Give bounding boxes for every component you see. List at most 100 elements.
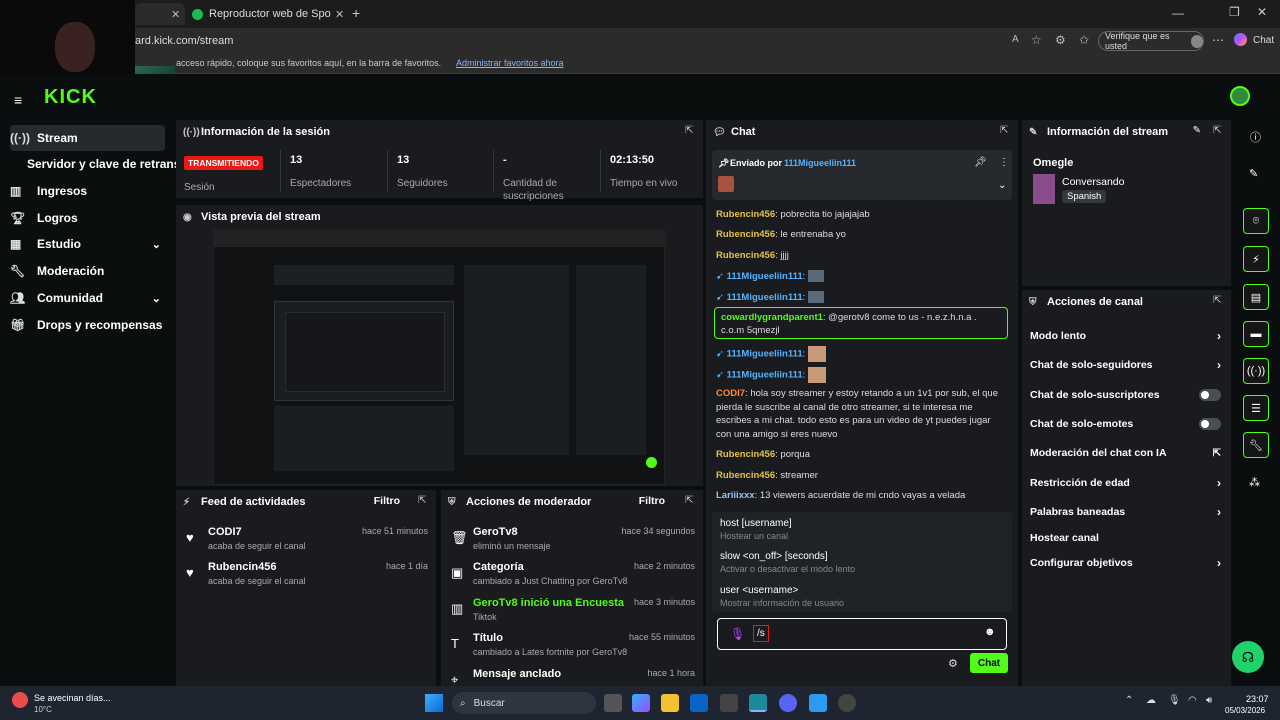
subs-only-toggle[interactable] <box>1199 389 1221 401</box>
tray-mic-icon[interactable]: 🎙︎ <box>1168 695 1181 706</box>
edit-stream-icon[interactable]: ✎ <box>1193 125 1201 136</box>
sidebar-item-logros[interactable]: 🏆︎ Logros <box>10 205 78 231</box>
pinned-message[interactable]: 📌︎ Enviado por 111Migueeliin111 📌︎ ⋮ ⌄ <box>712 150 1012 200</box>
stream-preview-video[interactable] <box>213 230 666 485</box>
copilot-icon[interactable] <box>1234 33 1247 46</box>
unpin-icon[interactable]: 📌︎ <box>974 157 987 168</box>
maximize-icon[interactable]: ❐ <box>1229 5 1240 19</box>
pencil-icon[interactable]: ✎ <box>1249 167 1258 180</box>
new-tab-icon[interactable]: + <box>352 5 360 21</box>
close-window-icon[interactable]: ✕ <box>1257 5 1267 19</box>
sidebar-item-ingresos[interactable]: ▥ Ingresos <box>10 178 87 204</box>
info-icon[interactable]: ⓘ <box>1250 129 1261 145</box>
popout-icon[interactable]: ⇱ <box>1000 125 1012 137</box>
verify-button[interactable]: Verifique que es usted <box>1098 31 1204 51</box>
host-channel-action[interactable]: Hostear canal <box>1030 525 1223 551</box>
sidebar-item-moderacion[interactable]: 🔧︎ Moderación <box>10 258 104 284</box>
clock-time[interactable]: 23:07 <box>1246 694 1269 704</box>
sidebar-item-comunidad[interactable]: 👥︎ Comunidad ⌄ <box>10 285 165 311</box>
copilot-app-icon[interactable] <box>632 694 650 712</box>
weather-title[interactable]: Se avecinan días... <box>34 693 111 703</box>
volume-icon[interactable]: 🔊︎ <box>1206 695 1212 706</box>
emotes-only-toggle[interactable] <box>1199 418 1221 430</box>
panel-title: Acciones de canal <box>1047 296 1143 308</box>
goals-action[interactable]: Configurar objetivos › <box>1030 550 1223 576</box>
clock-date[interactable]: 05/03/2026 <box>1225 706 1265 715</box>
address-bar-row: ard.kick.com/stream A ☆ ⚙ ✩ Verifique qu… <box>0 28 1280 54</box>
command-suggestion[interactable]: user <username> Mostrar información de us… <box>720 585 1018 608</box>
sidebar-item-server-key[interactable]: Servidor y clave de retransm <box>27 151 177 177</box>
tray-cloud-icon[interactable]: ☁ <box>1146 695 1156 706</box>
close-tab-icon[interactable]: ✕ <box>171 8 180 21</box>
obs-icon[interactable] <box>838 694 856 712</box>
menu-icon[interactable]: ≡ <box>14 92 22 108</box>
notes-icon: ▤ <box>1250 291 1262 304</box>
badge-icon: ➹ <box>716 369 724 381</box>
more-menu-icon[interactable]: ⋯ <box>1212 33 1224 47</box>
edge-icon[interactable] <box>749 694 767 712</box>
mail-icon[interactable] <box>690 694 708 712</box>
popout-icon[interactable]: ⇱ <box>685 495 697 507</box>
rail-notes-button[interactable]: ▤ <box>1243 284 1269 310</box>
chat-input[interactable]: /s <box>753 625 769 642</box>
popout-icon[interactable]: ⇱ <box>418 495 430 507</box>
app-icon[interactable] <box>809 694 827 712</box>
extensions-icon[interactable]: ⚙ <box>1055 33 1066 47</box>
microphone-icon[interactable]: 🎙︎ <box>730 627 745 641</box>
emotes-only-action[interactable]: Chat de solo-emotes <box>1030 411 1223 437</box>
popout-icon[interactable]: ⇱ <box>1213 295 1225 307</box>
ai-moderation-action[interactable]: Moderación del chat con IA ⇱ <box>1030 440 1223 466</box>
browser-tab-spotify[interactable]: Reproductor web de Spotify: músi ✕ <box>186 3 346 25</box>
chat-settings-icon[interactable]: ⚙ <box>948 657 958 670</box>
sidebar-item-estudio[interactable]: ▦ Estudio ⌄ <box>10 231 165 257</box>
windows-start-icon[interactable] <box>425 694 443 712</box>
copilot-label[interactable]: Chat <box>1253 35 1274 46</box>
address-input[interactable]: ard.kick.com/stream <box>135 35 233 47</box>
wifi-icon[interactable]: ◠ <box>1188 695 1197 706</box>
popout-icon[interactable]: ⇱ <box>685 125 697 137</box>
chat-input-box[interactable]: 🎙︎ /s ☻ <box>717 618 1007 650</box>
user-avatar[interactable] <box>1230 86 1250 106</box>
favorites-icon[interactable]: ✩ <box>1079 33 1089 47</box>
slow-mode-action[interactable]: Modo lento › <box>1030 323 1223 349</box>
popout-icon[interactable]: ⇱ <box>1213 125 1225 137</box>
close-tab-icon[interactable]: ✕ <box>335 8 344 21</box>
favorite-star-icon[interactable]: ☆ <box>1031 33 1042 47</box>
search-label: Buscar <box>473 697 505 709</box>
sidebar-item-stream[interactable]: ((·)) Stream <box>10 125 78 151</box>
help-button[interactable]: ☊ <box>1232 641 1264 673</box>
store-icon[interactable] <box>720 694 738 712</box>
taskbar-search[interactable]: ⌕ Buscar <box>452 692 596 714</box>
task-view-icon[interactable] <box>604 694 622 712</box>
filter-button[interactable]: Filtro <box>639 495 665 507</box>
discord-icon[interactable] <box>779 694 797 712</box>
stat-subscriptions: - Cantidad de suscripciones <box>503 154 564 202</box>
filter-button[interactable]: Filtro <box>374 495 400 507</box>
command-suggestion[interactable]: slow <on_off> [seconds] Activar o desacti… <box>720 551 1018 574</box>
rail-lightning-button[interactable]: ⚡︎ <box>1243 246 1269 272</box>
rail-layout-button[interactable]: ☰ <box>1243 395 1269 421</box>
tray-chevron-icon[interactable]: ⌃ <box>1125 695 1133 706</box>
rail-broadcast-button[interactable]: ((·)) <box>1243 358 1269 384</box>
rail-camera-button[interactable]: ⌾ <box>1243 208 1269 234</box>
subs-only-action[interactable]: Chat de solo-suscriptores <box>1030 382 1223 408</box>
rail-wrench-button[interactable]: 🔧︎ <box>1243 432 1269 458</box>
send-chat-button[interactable]: Chat <box>970 653 1008 673</box>
file-explorer-icon[interactable] <box>661 694 679 712</box>
rail-chat-button[interactable]: ▬ <box>1243 321 1269 347</box>
kick-logo[interactable]: KICK <box>44 86 97 109</box>
more-icon[interactable]: ⋮ <box>999 157 1009 168</box>
followers-only-action[interactable]: Chat de solo-seguidores › <box>1030 352 1223 378</box>
minimize-icon[interactable]: — <box>1172 6 1184 20</box>
browser-tab-kick[interactable]: ✕ <box>135 3 185 25</box>
sidebar-item-drops[interactable]: 🎁︎ Drops y recompensas <box>10 312 162 338</box>
read-aloud-icon[interactable]: A <box>1012 34 1019 45</box>
share-icon[interactable]: ⁂ <box>1249 476 1260 489</box>
banned-words-action[interactable]: Palabras baneadas › <box>1030 499 1223 525</box>
command-suggestion[interactable]: host [username] Hostear un canal <box>720 518 1018 541</box>
mod-actions-panel: ⛨ Acciones de moderador Filtro ⇱ 🗑︎ GeroTv… <box>441 490 703 686</box>
age-restriction-action[interactable]: Restricción de edad › <box>1030 470 1223 496</box>
chevron-down-icon[interactable]: ⌄ <box>998 180 1006 191</box>
manage-favorites-link[interactable]: Administrar favoritos ahora <box>456 58 564 68</box>
emoji-icon[interactable]: ☻ <box>984 626 996 638</box>
